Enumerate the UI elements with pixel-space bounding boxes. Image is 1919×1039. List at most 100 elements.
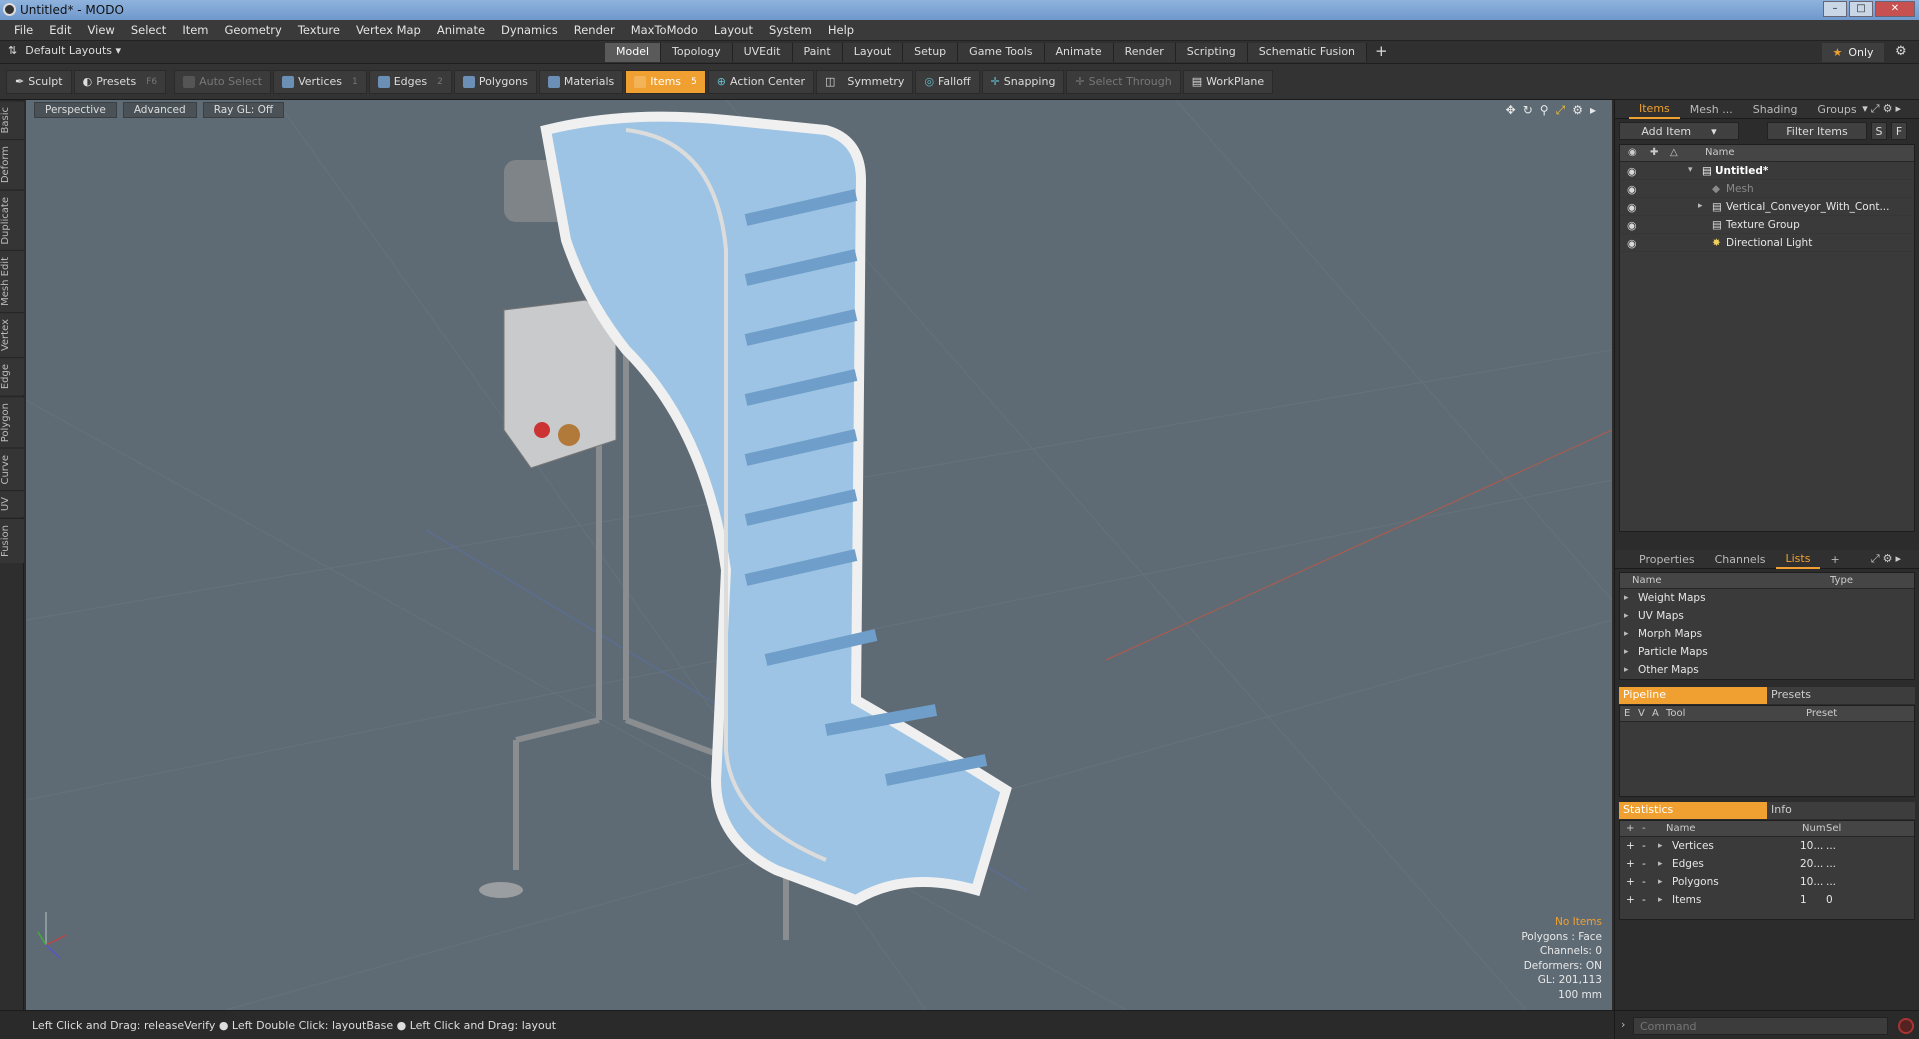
panel-tools-icon[interactable]: ▾⤢⚙▸: [1852, 100, 1914, 118]
materials-button[interactable]: Materials: [538, 69, 624, 94]
tree-row-mesh[interactable]: ◉ ◆ Mesh: [1620, 180, 1914, 198]
tab-mesh[interactable]: Mesh ...: [1680, 101, 1743, 118]
expand-arrow-icon[interactable]: ▸: [1698, 201, 1703, 211]
raygl-toggle[interactable]: Ray GL: Off: [202, 102, 285, 118]
menu-item[interactable]: Item: [174, 23, 216, 37]
tab-channels[interactable]: Channels: [1705, 551, 1776, 568]
menu-file[interactable]: File: [6, 23, 41, 37]
strip-tab-uv[interactable]: UV: [0, 490, 24, 518]
strip-tab-duplicate[interactable]: Duplicate: [0, 189, 24, 251]
tab-paint[interactable]: Paint: [792, 43, 843, 62]
tree-row-conveyor[interactable]: ◉ ▸ ▤ Vertical_Conveyor_With_Cont...: [1620, 198, 1914, 216]
expand-arrow-icon[interactable]: ▸: [1624, 593, 1629, 603]
f-button[interactable]: F: [1891, 122, 1907, 140]
menu-maxtomodo[interactable]: MaxToModo: [623, 23, 706, 37]
tab-info[interactable]: Info: [1767, 802, 1915, 819]
only-toggle[interactable]: ★ Only: [1822, 43, 1884, 62]
strip-tab-polygon[interactable]: Polygon: [0, 395, 24, 448]
workplane-button[interactable]: ▤ WorkPlane: [1182, 69, 1274, 94]
stats-row-vertices[interactable]: + - ▸ Vertices 10... ...: [1620, 837, 1914, 855]
auto-select-button[interactable]: Auto Select: [174, 69, 272, 94]
add-icon[interactable]: +: [1626, 840, 1635, 852]
tab-model[interactable]: Model: [605, 43, 662, 62]
menu-texture[interactable]: Texture: [290, 23, 348, 37]
layout-selector[interactable]: ⇅ Default Layouts ▾: [8, 44, 121, 57]
menu-layout[interactable]: Layout: [706, 23, 761, 37]
remove-icon[interactable]: -: [1642, 876, 1646, 888]
remove-icon[interactable]: -: [1642, 840, 1646, 852]
remove-icon[interactable]: -: [1642, 894, 1646, 906]
expand-arrow-icon[interactable]: ▸: [1658, 841, 1663, 851]
eye-icon[interactable]: ◉: [1627, 183, 1639, 196]
tree-row-untitled[interactable]: ◉ ▾ ▤ Untitled*: [1620, 162, 1914, 180]
menu-select[interactable]: Select: [123, 23, 174, 37]
list-item-uv-maps[interactable]: ▸ UV Maps: [1620, 607, 1914, 625]
s-button[interactable]: S: [1871, 122, 1887, 140]
viewport-menu-arrow-icon[interactable]: ▸: [1590, 103, 1596, 118]
tab-render[interactable]: Render: [1113, 43, 1176, 62]
eye-icon[interactable]: ◉: [1627, 165, 1639, 178]
command-input[interactable]: [1633, 1017, 1888, 1035]
tab-properties[interactable]: Properties: [1629, 551, 1705, 568]
expand-arrow-icon[interactable]: ▸: [1658, 895, 1663, 905]
strip-tab-fusion[interactable]: Fusion: [0, 517, 24, 563]
eye-icon[interactable]: ◉: [1627, 237, 1639, 250]
tab-setup[interactable]: Setup: [903, 43, 959, 62]
items-button[interactable]: Items 5: [625, 69, 706, 94]
select-through-button[interactable]: ✛ Select Through: [1066, 69, 1181, 94]
list-item-weight-maps[interactable]: ▸ Weight Maps: [1620, 589, 1914, 607]
menu-help[interactable]: Help: [820, 23, 862, 37]
symmetry-button[interactable]: ◫ Symmetry: [815, 69, 914, 94]
tab-lists[interactable]: Lists: [1775, 550, 1821, 569]
zoom-icon[interactable]: ⚲: [1540, 103, 1549, 118]
expand-arrow-icon[interactable]: ▾: [1688, 165, 1693, 175]
strip-tab-deform[interactable]: Deform: [0, 139, 24, 190]
menu-vertex-map[interactable]: Vertex Map: [348, 23, 429, 37]
list-item-particle-maps[interactable]: ▸ Particle Maps: [1620, 643, 1914, 661]
record-macro-icon[interactable]: [1898, 1018, 1914, 1034]
tab-animate[interactable]: Animate: [1044, 43, 1114, 62]
3d-viewport[interactable]: Perspective Advanced Ray GL: Off ✥ ↻ ⚲ ⤢…: [26, 100, 1612, 1010]
strip-tab-mesh-edit[interactable]: Mesh Edit: [0, 250, 24, 313]
add-all-icon[interactable]: +: [1626, 823, 1634, 834]
falloff-button[interactable]: ◎ Falloff: [915, 69, 980, 94]
menu-system[interactable]: System: [761, 23, 820, 37]
vertices-button[interactable]: Vertices 1: [273, 69, 367, 94]
stats-row-polygons[interactable]: + - ▸ Polygons 10... ...: [1620, 873, 1914, 891]
tab-scripting[interactable]: Scripting: [1175, 43, 1248, 62]
polygons-button[interactable]: Polygons: [453, 69, 537, 94]
tree-row-directional-light[interactable]: ◉ ✸ Directional Light: [1620, 234, 1914, 252]
strip-tab-curve[interactable]: Curve: [0, 447, 24, 491]
close-button[interactable]: ✕: [1875, 1, 1915, 17]
add-panel-tab-icon[interactable]: +: [1820, 551, 1849, 568]
list-item-other-maps[interactable]: ▸ Other Maps: [1620, 661, 1914, 679]
sculpt-button[interactable]: ✒ Sculpt: [6, 69, 72, 94]
add-item-button[interactable]: Add Item ▾: [1619, 122, 1739, 140]
eye-icon[interactable]: ◉: [1627, 201, 1639, 214]
menu-view[interactable]: View: [80, 23, 123, 37]
tab-topology[interactable]: Topology: [661, 43, 733, 62]
pan-icon[interactable]: ✥: [1506, 103, 1516, 118]
strip-tab-basic[interactable]: Basic: [0, 100, 24, 140]
add-icon[interactable]: +: [1626, 858, 1635, 870]
menu-render[interactable]: Render: [566, 23, 623, 37]
remove-all-icon[interactable]: -: [1642, 823, 1646, 834]
tab-layout[interactable]: Layout: [842, 43, 904, 62]
strip-tab-edge[interactable]: Edge: [0, 357, 24, 396]
menu-edit[interactable]: Edit: [41, 23, 79, 37]
tab-schematic-fusion[interactable]: Schematic Fusion: [1247, 43, 1368, 62]
stats-row-items[interactable]: + - ▸ Items 1 0: [1620, 891, 1914, 909]
panel-tools-icon[interactable]: ⤢⚙▸: [1861, 550, 1914, 568]
maximize-button[interactable]: □: [1849, 1, 1873, 17]
view-perspective-dropdown[interactable]: Perspective: [34, 102, 117, 118]
rotate-icon[interactable]: ↻: [1523, 103, 1533, 118]
view-mode-dropdown[interactable]: Advanced: [122, 102, 197, 118]
tab-shading[interactable]: Shading: [1743, 101, 1808, 118]
expand-arrow-icon[interactable]: ▸: [1624, 647, 1629, 657]
tab-presets[interactable]: Presets: [1767, 687, 1915, 704]
tab-uvedit[interactable]: UVEdit: [732, 43, 793, 62]
maximize-icon[interactable]: ⤢: [1556, 103, 1566, 118]
tab-game-tools[interactable]: Game Tools: [958, 43, 1045, 62]
gear-icon[interactable]: ⚙: [1895, 44, 1907, 59]
add-icon[interactable]: +: [1626, 876, 1635, 888]
